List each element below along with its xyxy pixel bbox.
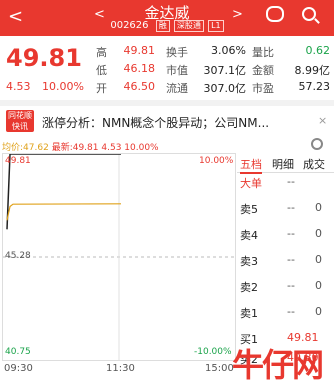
level-tag: L1 [208, 20, 224, 32]
news-banner[interactable]: 同花顺 快讯 涨停分析：NMN概念个股异动；公司NM... × [0, 100, 334, 132]
chart-pct: 10.00% [124, 143, 159, 153]
stat-item: 低 46.18 [96, 62, 155, 78]
stat-item: 高 49.81 [96, 44, 155, 60]
chart-info: 均价:47.62 最新:49.81 4.53 10.00% [2, 140, 159, 153]
news-logo-bottom: 快讯 [12, 122, 28, 131]
y-label-bottom: 40.75 [5, 347, 31, 357]
tab-details[interactable]: 明细 [272, 156, 294, 172]
order-book-panel: 五档 明细 成交 大单 -- 卖5 -- 0 卖4 -- 0 卖3 -- 0 卖2 -- 0 卖1 -- 0 买1… [237, 153, 334, 366]
stat-item: 金额 8.99亿 [252, 62, 330, 78]
time-label-noon: 11:30 [106, 363, 135, 374]
avg-price-label: 均价:47.62 [2, 143, 49, 153]
order-row-label: 卖4 [240, 229, 258, 242]
order-row-price: -- [287, 227, 295, 240]
stock-code-row: 002626 融 深股通 L1 [0, 20, 334, 32]
stat-value: 57.23 [298, 80, 331, 93]
last-price: 49.81 [6, 44, 82, 72]
stat-item: 市值 307.1亿 [166, 62, 246, 78]
next-stock-button[interactable]: > [232, 7, 243, 22]
stat-item: 开 46.50 [96, 80, 155, 96]
stat-item: 换手 3.06% [166, 44, 246, 60]
stat-value: 46.18 [123, 62, 156, 75]
stat-value: 307.0亿 [203, 82, 247, 95]
order-row-label: 大单 [240, 177, 262, 190]
stat-value: 49.81 [123, 44, 156, 57]
series-line-1 [6, 203, 122, 221]
chart-canvas [3, 154, 235, 360]
stat-item: 流通 307.0亿 [166, 80, 246, 96]
time-label-open: 09:30 [4, 363, 33, 374]
news-logo-top: 同花顺 [8, 111, 32, 120]
order-row-volume: 0 [315, 305, 322, 318]
order-row-label: 卖2 [240, 281, 258, 294]
y-label-mid: 45.28 [5, 251, 31, 261]
stat-value: 46.50 [123, 80, 156, 93]
order-row-price: -- [287, 201, 295, 214]
order-row-price: -- [287, 253, 295, 266]
order-row-label: 卖3 [240, 255, 258, 268]
stat-value: 307.1亿 [203, 64, 247, 77]
news-text[interactable]: 涨停分析：NMN概念个股异动；公司NM... [42, 114, 322, 131]
chart-change: 4.53 [101, 143, 122, 153]
stat-value: 0.62 [305, 44, 331, 57]
tab-trades[interactable]: 成交 [303, 156, 325, 172]
close-icon[interactable]: × [318, 114, 327, 127]
latest-price-label: 最新:49.81 [51, 143, 99, 153]
news-logo: 同花顺 快讯 [6, 110, 34, 132]
pct-label-bottom: -10.00% [194, 347, 232, 357]
stat-item: 市盈 57.23 [252, 80, 330, 96]
order-row-price: -- [287, 279, 295, 292]
quote-panel: 49.81 4.53 10.00% 高 49.81 换手 3.06% 量比 0.62 低 46… [0, 36, 334, 98]
search-icon[interactable] [302, 7, 316, 21]
change-amount: 4.53 [6, 80, 31, 93]
tab-five-levels[interactable]: 五档 [240, 156, 262, 174]
gear-icon[interactable] [311, 138, 323, 150]
header-bar: < < 金达威 002626 融 深股通 L1 > [0, 0, 334, 36]
y-label-top: 49.81 [5, 156, 31, 166]
margin-tag: 融 [155, 20, 170, 32]
connect-tag: 深股通 [173, 20, 204, 32]
watermark-logo: 牛仔网 [232, 346, 324, 384]
time-label-close: 15:00 [205, 363, 234, 374]
stat-value: 8.99亿 [294, 64, 331, 77]
stock-code: 002626 [110, 20, 149, 31]
pct-label-top: 10.00% [199, 156, 234, 166]
order-row-volume: 0 [315, 253, 322, 266]
price-change: 4.53 10.00% [6, 80, 92, 93]
order-row-volume: 0 [315, 227, 322, 240]
intraday-chart[interactable]: 49.81 45.28 40.75 10.00% -10.00% [2, 153, 236, 361]
order-row-price: -- [287, 175, 295, 188]
order-row-label: 卖1 [240, 307, 258, 320]
order-row-label: 卖5 [240, 203, 258, 216]
order-row-price: -- [287, 305, 295, 318]
change-percent: 10.00% [42, 80, 84, 93]
robot-icon[interactable] [266, 6, 284, 22]
order-row-volume: 0 [315, 201, 322, 214]
stat-item: 量比 0.62 [252, 44, 330, 60]
order-row-volume: 0 [315, 279, 322, 292]
stat-value: 3.06% [211, 44, 246, 57]
order-book-tabs: 五档 明细 成交 [237, 153, 334, 174]
